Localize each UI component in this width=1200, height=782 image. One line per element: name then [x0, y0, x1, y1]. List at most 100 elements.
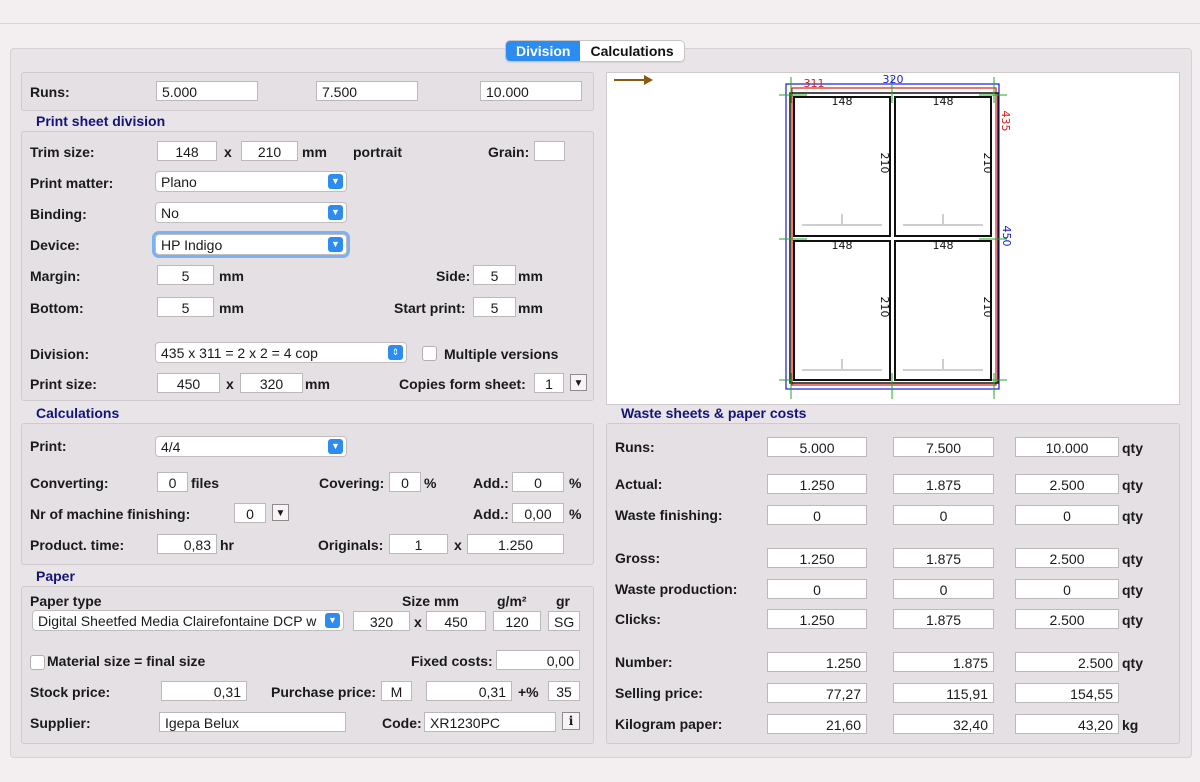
paper-width-input[interactable]: 320 [353, 611, 410, 631]
margin-input[interactable]: 5 [157, 265, 214, 285]
waste-value-field[interactable]: 1.875 [893, 609, 994, 629]
waste-value-field[interactable]: 1.250 [767, 548, 867, 568]
print-select[interactable]: 4/4 ▼ [155, 436, 347, 457]
side-input[interactable]: 5 [473, 265, 516, 285]
waste-value-field[interactable]: 0 [1015, 505, 1119, 525]
copies-form-sheet-label: Copies form sheet: [399, 376, 526, 392]
waste-value-field[interactable]: 2.500 [1015, 474, 1119, 494]
paper-height-input[interactable]: 450 [426, 611, 486, 631]
material-size-checkbox[interactable] [30, 655, 45, 670]
purchase-price-input[interactable]: 0,31 [426, 681, 512, 701]
binding-select[interactable]: No ▼ [155, 202, 347, 223]
waste-value-field[interactable]: 2.500 [1015, 652, 1119, 672]
covering-input[interactable]: 0 [389, 472, 421, 492]
side-label: Side: [436, 268, 471, 284]
paper-gsm-input[interactable]: 120 [493, 611, 541, 631]
waste-value-field[interactable]: 7.500 [893, 437, 994, 457]
print-height-input[interactable]: 320 [240, 373, 303, 393]
unit-mm: mm [219, 268, 244, 284]
code-input[interactable]: XR1230PC [424, 712, 556, 732]
waste-value-field[interactable]: 2.500 [1015, 609, 1119, 629]
waste-row-label: Number: [615, 654, 673, 670]
division-select[interactable]: 435 x 311 = 2 x 2 = 4 cop ⇕ [155, 342, 407, 363]
paper-type-select[interactable]: Digital Sheetfed Media Clairefontaine DC… [32, 610, 344, 631]
supplier-input[interactable]: Igepa Belux [159, 712, 346, 732]
waste-value-field[interactable]: 0 [893, 505, 994, 525]
tab-calculations[interactable]: Calculations [580, 41, 684, 61]
add-label-2: Add.: [473, 506, 509, 522]
waste-value-field[interactable]: 0 [767, 505, 867, 525]
waste-value-field[interactable]: 0 [893, 579, 994, 599]
fixed-costs-input[interactable]: 0,00 [496, 650, 580, 670]
add-input-2[interactable]: 0,00 [512, 503, 564, 523]
device-select[interactable]: HP Indigo ▼ [155, 234, 347, 255]
waste-value-field[interactable]: 1.875 [893, 652, 994, 672]
machine-finishing-dropdown-button[interactable]: ▼ [272, 504, 289, 521]
chevron-down-icon: ▼ [328, 205, 343, 220]
paper-type-value: Digital Sheetfed Media Clairefontaine DC… [38, 613, 317, 629]
waste-row-unit: qty [1122, 440, 1143, 456]
size-label: Size [402, 593, 431, 609]
device-value: HP Indigo [161, 237, 223, 253]
trim-height-input[interactable]: 210 [241, 141, 298, 161]
fixed-costs-label: Fixed costs: [411, 653, 493, 669]
waste-value-field[interactable]: 43,20 [1015, 714, 1119, 734]
paper-grain-input[interactable]: SG [548, 611, 580, 631]
copies-form-sheet-input[interactable]: 1 [534, 373, 564, 393]
plus-percent-input[interactable]: 35 [548, 681, 580, 701]
copies-dropdown-button[interactable]: ▼ [570, 374, 587, 391]
waste-value-field[interactable]: 32,40 [893, 714, 994, 734]
runs-input-1[interactable]: 5.000 [156, 81, 258, 101]
trim-size-label: Trim size: [30, 144, 95, 160]
sheet-preview: 148 148 148 148 210 210 210 210 311 320 … [606, 72, 1180, 405]
stock-price-input[interactable]: 0,31 [161, 681, 247, 701]
converting-input[interactable]: 0 [157, 472, 188, 492]
bottom-input[interactable]: 5 [157, 297, 214, 317]
production-time-label: Product. time: [30, 537, 125, 553]
originals-runs-input[interactable]: 1.250 [467, 534, 564, 554]
production-time-input[interactable]: 0,83 [157, 534, 217, 554]
waste-row-label: Gross: [615, 550, 661, 566]
tab-division[interactable]: Division [506, 41, 581, 61]
waste-value-field[interactable]: 115,91 [893, 683, 994, 703]
start-print-input[interactable]: 5 [473, 297, 516, 317]
print-matter-select[interactable]: Plano ▼ [155, 171, 347, 192]
runs-input-2[interactable]: 7.500 [316, 81, 418, 101]
unit-mm: mm [302, 144, 327, 160]
waste-value-field[interactable]: 21,60 [767, 714, 867, 734]
grain-input[interactable] [534, 141, 565, 161]
add-input-1[interactable]: 0 [512, 472, 564, 492]
waste-value-field[interactable]: 10.000 [1015, 437, 1119, 457]
waste-value-field[interactable]: 0 [767, 579, 867, 599]
waste-value-field[interactable]: 1.875 [893, 474, 994, 494]
waste-value-field[interactable]: 0 [1015, 579, 1119, 599]
print-width-input[interactable]: 450 [157, 373, 220, 393]
chevron-down-icon: ▼ [328, 174, 343, 189]
runs-input-3[interactable]: 10.000 [480, 81, 582, 101]
purchase-unit-input[interactable]: M [381, 681, 412, 701]
waste-value-field[interactable]: 5.000 [767, 437, 867, 457]
cell-width-label: 148 [933, 239, 954, 252]
waste-value-field[interactable]: 1.250 [767, 609, 867, 629]
chevron-down-icon: ▼ [328, 439, 343, 454]
division-label: Division: [30, 346, 90, 362]
cell-height-label: 210 [878, 153, 891, 174]
originals-input[interactable]: 1 [389, 534, 448, 554]
info-button[interactable]: i [562, 712, 580, 730]
waste-value-field[interactable]: 1.875 [893, 548, 994, 568]
percent-sign: % [424, 475, 437, 491]
trim-width-input[interactable]: 148 [157, 141, 217, 161]
waste-row-unit: qty [1122, 477, 1143, 493]
waste-value-field[interactable]: 2.500 [1015, 548, 1119, 568]
percent-sign: % [569, 475, 582, 491]
machine-finishing-input[interactable]: 0 [234, 503, 266, 523]
info-icon: i [568, 714, 574, 728]
dimension-right-blue: 450 [1000, 226, 1013, 247]
waste-value-field[interactable]: 154,55 [1015, 683, 1119, 703]
waste-value-field[interactable]: 1.250 [767, 652, 867, 672]
waste-value-field[interactable]: 1.250 [767, 474, 867, 494]
waste-value-field[interactable]: 77,27 [767, 683, 867, 703]
toolbar-separator [0, 23, 1200, 24]
multiple-versions-checkbox[interactable] [422, 346, 437, 361]
files-unit: files [191, 475, 220, 491]
